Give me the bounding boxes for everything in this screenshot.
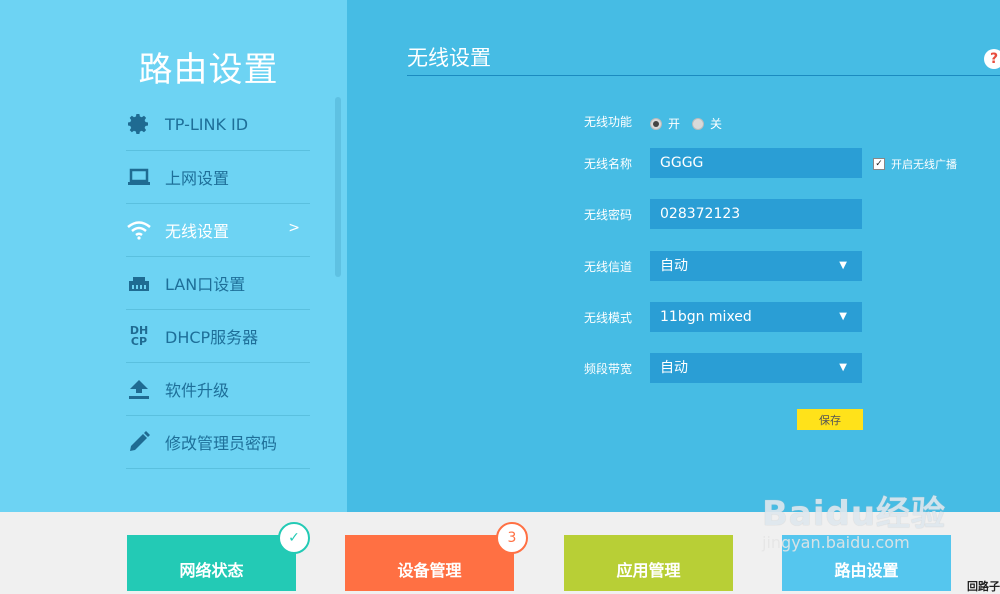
mode-value: 11bgn mixed (660, 309, 752, 325)
page-title: 无线设置 (407, 46, 491, 70)
title-divider (407, 75, 1000, 76)
wireless-on-radio[interactable]: 开 (650, 115, 680, 132)
bandwidth-label: 频段带宽 (584, 362, 633, 376)
dhcp-icon-text: DH CP (129, 324, 149, 348)
chevron-right-icon: > (288, 220, 300, 236)
sidebar-item-wireless[interactable]: 无线设置 > (126, 204, 310, 257)
bandwidth-value: 自动 (660, 360, 688, 376)
sidebar-item-label: TP-LINK ID (165, 114, 249, 134)
gear-icon (126, 111, 152, 137)
broadcast-checkbox[interactable]: ✓ 开启无线广播 (873, 156, 957, 172)
channel-select[interactable]: 自动 ▼ (650, 251, 862, 281)
radio-selected-icon (650, 117, 662, 130)
save-button[interactable]: 保存 (797, 409, 863, 430)
sidebar-item-tplink-id[interactable]: TP-LINK ID (126, 98, 310, 151)
caret-down-icon: ▼ (839, 260, 847, 271)
baidu-watermark: Baidu经验 jingyan.baidu.com (762, 486, 946, 552)
sidebar-item-label: 无线设置 (165, 222, 230, 241)
tab-app-management[interactable]: 应用管理 (564, 535, 733, 591)
check-icon: ✓ (278, 522, 310, 554)
password-input[interactable]: 028372123 (650, 199, 862, 229)
pencil-icon (126, 429, 152, 455)
device-count-badge: 3 (496, 522, 528, 554)
tab-device-management[interactable]: 设备管理 (345, 535, 514, 591)
broadcast-label: 开启无线广播 (891, 158, 957, 171)
sidebar-item-lan[interactable]: LAN口设置 (126, 257, 310, 310)
sidebar-scrollbar[interactable] (335, 97, 341, 277)
ssid-input[interactable]: GGGG (650, 148, 862, 178)
lan-icon (126, 270, 152, 296)
wireless-function-label: 无线功能 (584, 115, 633, 129)
radio-off-label: 关 (710, 117, 723, 131)
sidebar-item-upgrade[interactable]: 软件升级 (126, 363, 310, 416)
dhcp-icon: DH CP (126, 323, 152, 349)
sidebar-item-label: 修改管理员密码 (165, 434, 278, 453)
sidebar-item-label: DHCP服务器 (165, 328, 259, 347)
caret-down-icon: ▼ (839, 311, 847, 322)
sidebar-item-admin-password[interactable]: 修改管理员密码 (126, 416, 310, 469)
radio-on-label: 开 (668, 117, 681, 131)
wifi-icon (126, 217, 152, 243)
sidebar-item-label: 上网设置 (165, 169, 230, 188)
radio-unselected-icon (692, 117, 704, 130)
password-label: 无线密码 (584, 208, 633, 222)
watermark-logo: Baidu经验 (762, 494, 947, 534)
sidebar-item-internet[interactable]: 上网设置 (126, 151, 310, 204)
checkbox-checked-icon: ✓ (873, 158, 885, 170)
sidebar-item-label: LAN口设置 (165, 275, 246, 294)
mode-label: 无线模式 (584, 311, 633, 325)
sidebar: 路由设置 TP-LINK ID 上网设置 无线设置 > LAN口设置 DH CP… (0, 0, 347, 512)
help-icon[interactable]: ? (984, 49, 1000, 69)
wireless-off-radio[interactable]: 关 (692, 115, 722, 132)
caret-down-icon: ▼ (839, 362, 847, 373)
channel-value: 自动 (660, 258, 688, 274)
main-panel: 无线设置 ? 无线功能 开 关 无线名称 GGGG ✓ 开启无线广播 无线密码 … (347, 0, 1000, 512)
sidebar-menu: TP-LINK ID 上网设置 无线设置 > LAN口设置 DH CP DHCP… (126, 98, 310, 469)
sidebar-item-dhcp[interactable]: DH CP DHCP服务器 (126, 310, 310, 363)
bandwidth-select[interactable]: 自动 ▼ (650, 353, 862, 383)
channel-label: 无线信道 (584, 260, 633, 274)
watermark-url: jingyan.baidu.com (762, 533, 910, 552)
mode-select[interactable]: 11bgn mixed ▼ (650, 302, 862, 332)
upload-icon (126, 376, 152, 402)
ssid-label: 无线名称 (584, 157, 633, 171)
sidebar-item-label: 软件升级 (165, 381, 230, 400)
laptop-icon (126, 164, 152, 190)
tab-network-status[interactable]: 网络状态 (127, 535, 296, 591)
corner-text: 回路子 (967, 580, 1000, 593)
